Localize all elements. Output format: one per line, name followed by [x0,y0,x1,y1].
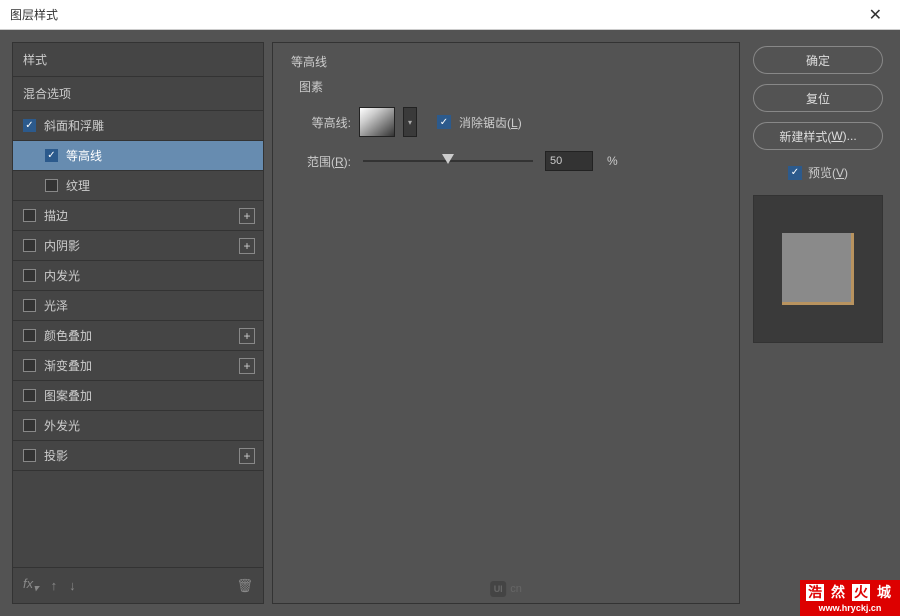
plus-icon[interactable]: + [239,328,255,344]
fx-menu[interactable]: fx▾ [23,576,39,595]
slider-thumb-icon[interactable] [442,154,454,164]
style-bevel-emboss[interactable]: 斜面和浮雕 [13,111,263,141]
style-label: 内阴影 [44,237,80,254]
checkbox-icon[interactable] [45,149,58,162]
preview-square [782,233,854,305]
settings-panel: 等高线 图素 等高线: ▾ 消除锯齿(L) 范围(R): % UIcn [272,42,740,604]
percent-label: % [607,154,618,168]
arrow-up-icon[interactable]: ↑ [51,578,58,593]
preview-label: 预览(V) [808,164,848,181]
preview-checkbox[interactable] [788,166,802,180]
antialiased-checkbox[interactable] [437,115,451,129]
style-label: 外发光 [44,417,80,434]
elements-label: 图素 [299,78,721,95]
action-panel: 确定 复位 新建样式(W)... 预览(V) [748,42,888,604]
style-label: 描边 [44,207,68,224]
style-inner-shadow[interactable]: 内阴影 + [13,231,263,261]
style-label: 渐变叠加 [44,357,92,374]
contour-picker[interactable] [359,107,395,137]
plus-icon[interactable]: + [239,208,255,224]
chevron-down-icon[interactable]: ▾ [403,107,417,137]
style-stroke[interactable]: 描边 + [13,201,263,231]
style-label: 等高线 [66,147,102,164]
style-gradient-overlay[interactable]: 渐变叠加 + [13,351,263,381]
styles-header[interactable]: 样式 [13,43,263,77]
style-label: 图案叠加 [44,387,92,404]
style-drop-shadow[interactable]: 投影 + [13,441,263,471]
checkbox-icon[interactable] [45,179,58,192]
checkbox-icon[interactable] [23,239,36,252]
style-contour[interactable]: 等高线 [13,141,263,171]
dialog-title: 图层样式 [10,6,58,23]
ui-watermark: UIcn [490,581,522,597]
checkbox-icon[interactable] [23,329,36,342]
section-title: 等高线 [291,53,721,70]
style-inner-glow[interactable]: 内发光 [13,261,263,291]
range-slider[interactable] [363,160,533,162]
close-icon[interactable]: ✕ [861,5,890,25]
checkbox-icon[interactable] [23,209,36,222]
style-label: 纹理 [66,177,90,194]
style-label: 内发光 [44,267,80,284]
style-label: 斜面和浮雕 [44,117,104,134]
checkbox-icon[interactable] [23,449,36,462]
range-label: 范围(R): [291,153,351,170]
style-label: 光泽 [44,297,68,314]
style-label: 投影 [44,447,68,464]
contour-label: 等高线: [291,114,351,131]
blend-options[interactable]: 混合选项 [13,77,263,111]
ok-button[interactable]: 确定 [753,46,883,74]
style-texture[interactable]: 纹理 [13,171,263,201]
checkbox-icon[interactable] [23,419,36,432]
checkbox-icon[interactable] [23,299,36,312]
checkbox-icon[interactable] [23,389,36,402]
site-watermark: 浩然火城 www.hryckj.cn [800,580,900,616]
checkbox-icon[interactable] [23,359,36,372]
arrow-down-icon[interactable]: ↓ [69,578,76,593]
style-satin[interactable]: 光泽 [13,291,263,321]
plus-icon[interactable]: + [239,448,255,464]
new-style-button[interactable]: 新建样式(W)... [753,122,883,150]
checkbox-icon[interactable] [23,269,36,282]
trash-icon[interactable]: 🗑 [236,578,253,594]
checkbox-icon[interactable] [23,119,36,132]
preview-thumbnail [753,195,883,343]
style-label: 颜色叠加 [44,327,92,344]
styles-list: 样式 混合选项 斜面和浮雕 等高线 纹理 描边 + 内阴影 + 内发光 [12,42,264,604]
range-input[interactable] [545,151,593,171]
style-outer-glow[interactable]: 外发光 [13,411,263,441]
reset-button[interactable]: 复位 [753,84,883,112]
plus-icon[interactable]: + [239,358,255,374]
antialiased-label: 消除锯齿(L) [459,114,522,131]
style-color-overlay[interactable]: 颜色叠加 + [13,321,263,351]
plus-icon[interactable]: + [239,238,255,254]
style-pattern-overlay[interactable]: 图案叠加 [13,381,263,411]
